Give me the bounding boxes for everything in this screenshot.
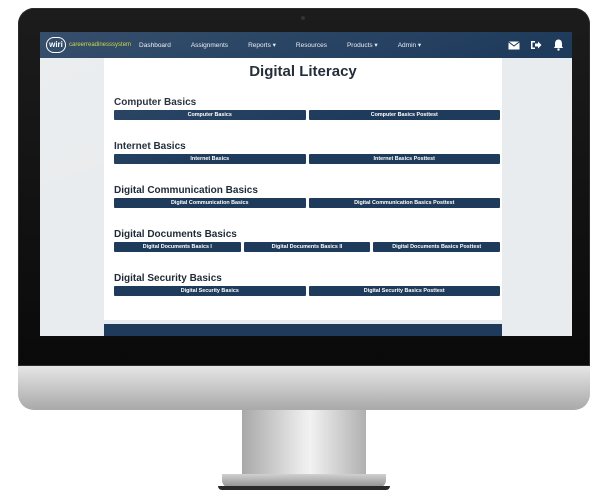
button-row: Digital Documents Basics I Digital Docum…	[114, 242, 501, 252]
section-title: Digital Documents Basics	[114, 229, 237, 240]
monitor-foot-edge	[218, 486, 390, 490]
button-row: Digital Security Basics Digital Security…	[114, 286, 500, 296]
logo-mark: wiri	[46, 37, 66, 53]
internet-basics-button[interactable]: Internet Basics	[114, 154, 306, 164]
monitor-stand	[242, 410, 366, 482]
top-navbar: wiri careerreadinesssystem Dashboard Ass…	[40, 32, 572, 58]
internet-basics-posttest-button[interactable]: Internet Basics Posttest	[308, 154, 500, 164]
brand-logo[interactable]: wiri careerreadinesssystem	[46, 37, 131, 53]
digital-documents-basics-1-button[interactable]: Digital Documents Basics I	[114, 242, 241, 252]
computer-basics-posttest-button[interactable]: Computer Basics Posttest	[308, 110, 500, 120]
nav-dashboard[interactable]: Dashboard	[139, 42, 171, 49]
nav-resources[interactable]: Resources	[296, 42, 327, 49]
digital-documents-basics-posttest-button[interactable]: Digital Documents Basics Posttest	[373, 242, 501, 252]
section-digital-communication-basics: Digital Communication Basics Digital Com…	[114, 184, 500, 208]
page-title: Digital Literacy	[249, 63, 357, 80]
nav-links: Dashboard Assignments Reports ▾ Resource…	[139, 41, 441, 50]
digital-communication-basics-posttest-button[interactable]: Digital Communication Basics Posttest	[308, 198, 500, 208]
mail-icon[interactable]	[508, 39, 520, 51]
monitor-chin	[18, 366, 590, 410]
screen: wiri careerreadinesssystem Dashboard Ass…	[40, 32, 572, 336]
nav-icons	[508, 32, 564, 58]
button-row: Digital Communication Basics Digital Com…	[114, 198, 500, 208]
section-digital-documents-basics: Digital Documents Basics Digital Documen…	[114, 228, 501, 252]
digital-communication-basics-button[interactable]: Digital Communication Basics	[114, 198, 306, 208]
computer-basics-button[interactable]: Computer Basics	[114, 110, 306, 120]
button-row: Computer Basics Computer Basics Posttest	[114, 110, 500, 120]
footer-bar	[104, 324, 502, 336]
content-panel: Digital Literacy Computer Basics Compute…	[104, 58, 502, 320]
section-computer-basics: Computer Basics Computer Basics Computer…	[114, 96, 500, 120]
webcam	[301, 16, 305, 20]
section-title: Internet Basics	[114, 141, 186, 152]
section-title: Digital Security Basics	[114, 273, 222, 284]
digital-security-basics-button[interactable]: Digital Security Basics	[114, 286, 306, 296]
section-internet-basics: Internet Basics Internet Basics Internet…	[114, 140, 500, 164]
section-title: Digital Communication Basics	[114, 185, 258, 196]
digital-security-basics-posttest-button[interactable]: Digital Security Basics Posttest	[308, 286, 500, 296]
nav-products-dropdown[interactable]: Products ▾	[347, 41, 378, 49]
bell-icon[interactable]	[552, 39, 564, 51]
nav-assignments[interactable]: Assignments	[191, 42, 228, 49]
section-title: Computer Basics	[114, 97, 197, 108]
digital-documents-basics-2-button[interactable]: Digital Documents Basics II	[243, 242, 371, 252]
logo-text: careerreadinesssystem	[69, 42, 132, 48]
section-digital-security-basics: Digital Security Basics Digital Security…	[114, 272, 500, 296]
button-row: Internet Basics Internet Basics Posttest	[114, 154, 500, 164]
nav-admin-dropdown[interactable]: Admin ▾	[398, 41, 422, 49]
nav-reports-dropdown[interactable]: Reports ▾	[248, 41, 276, 49]
logout-icon[interactable]	[530, 39, 542, 51]
